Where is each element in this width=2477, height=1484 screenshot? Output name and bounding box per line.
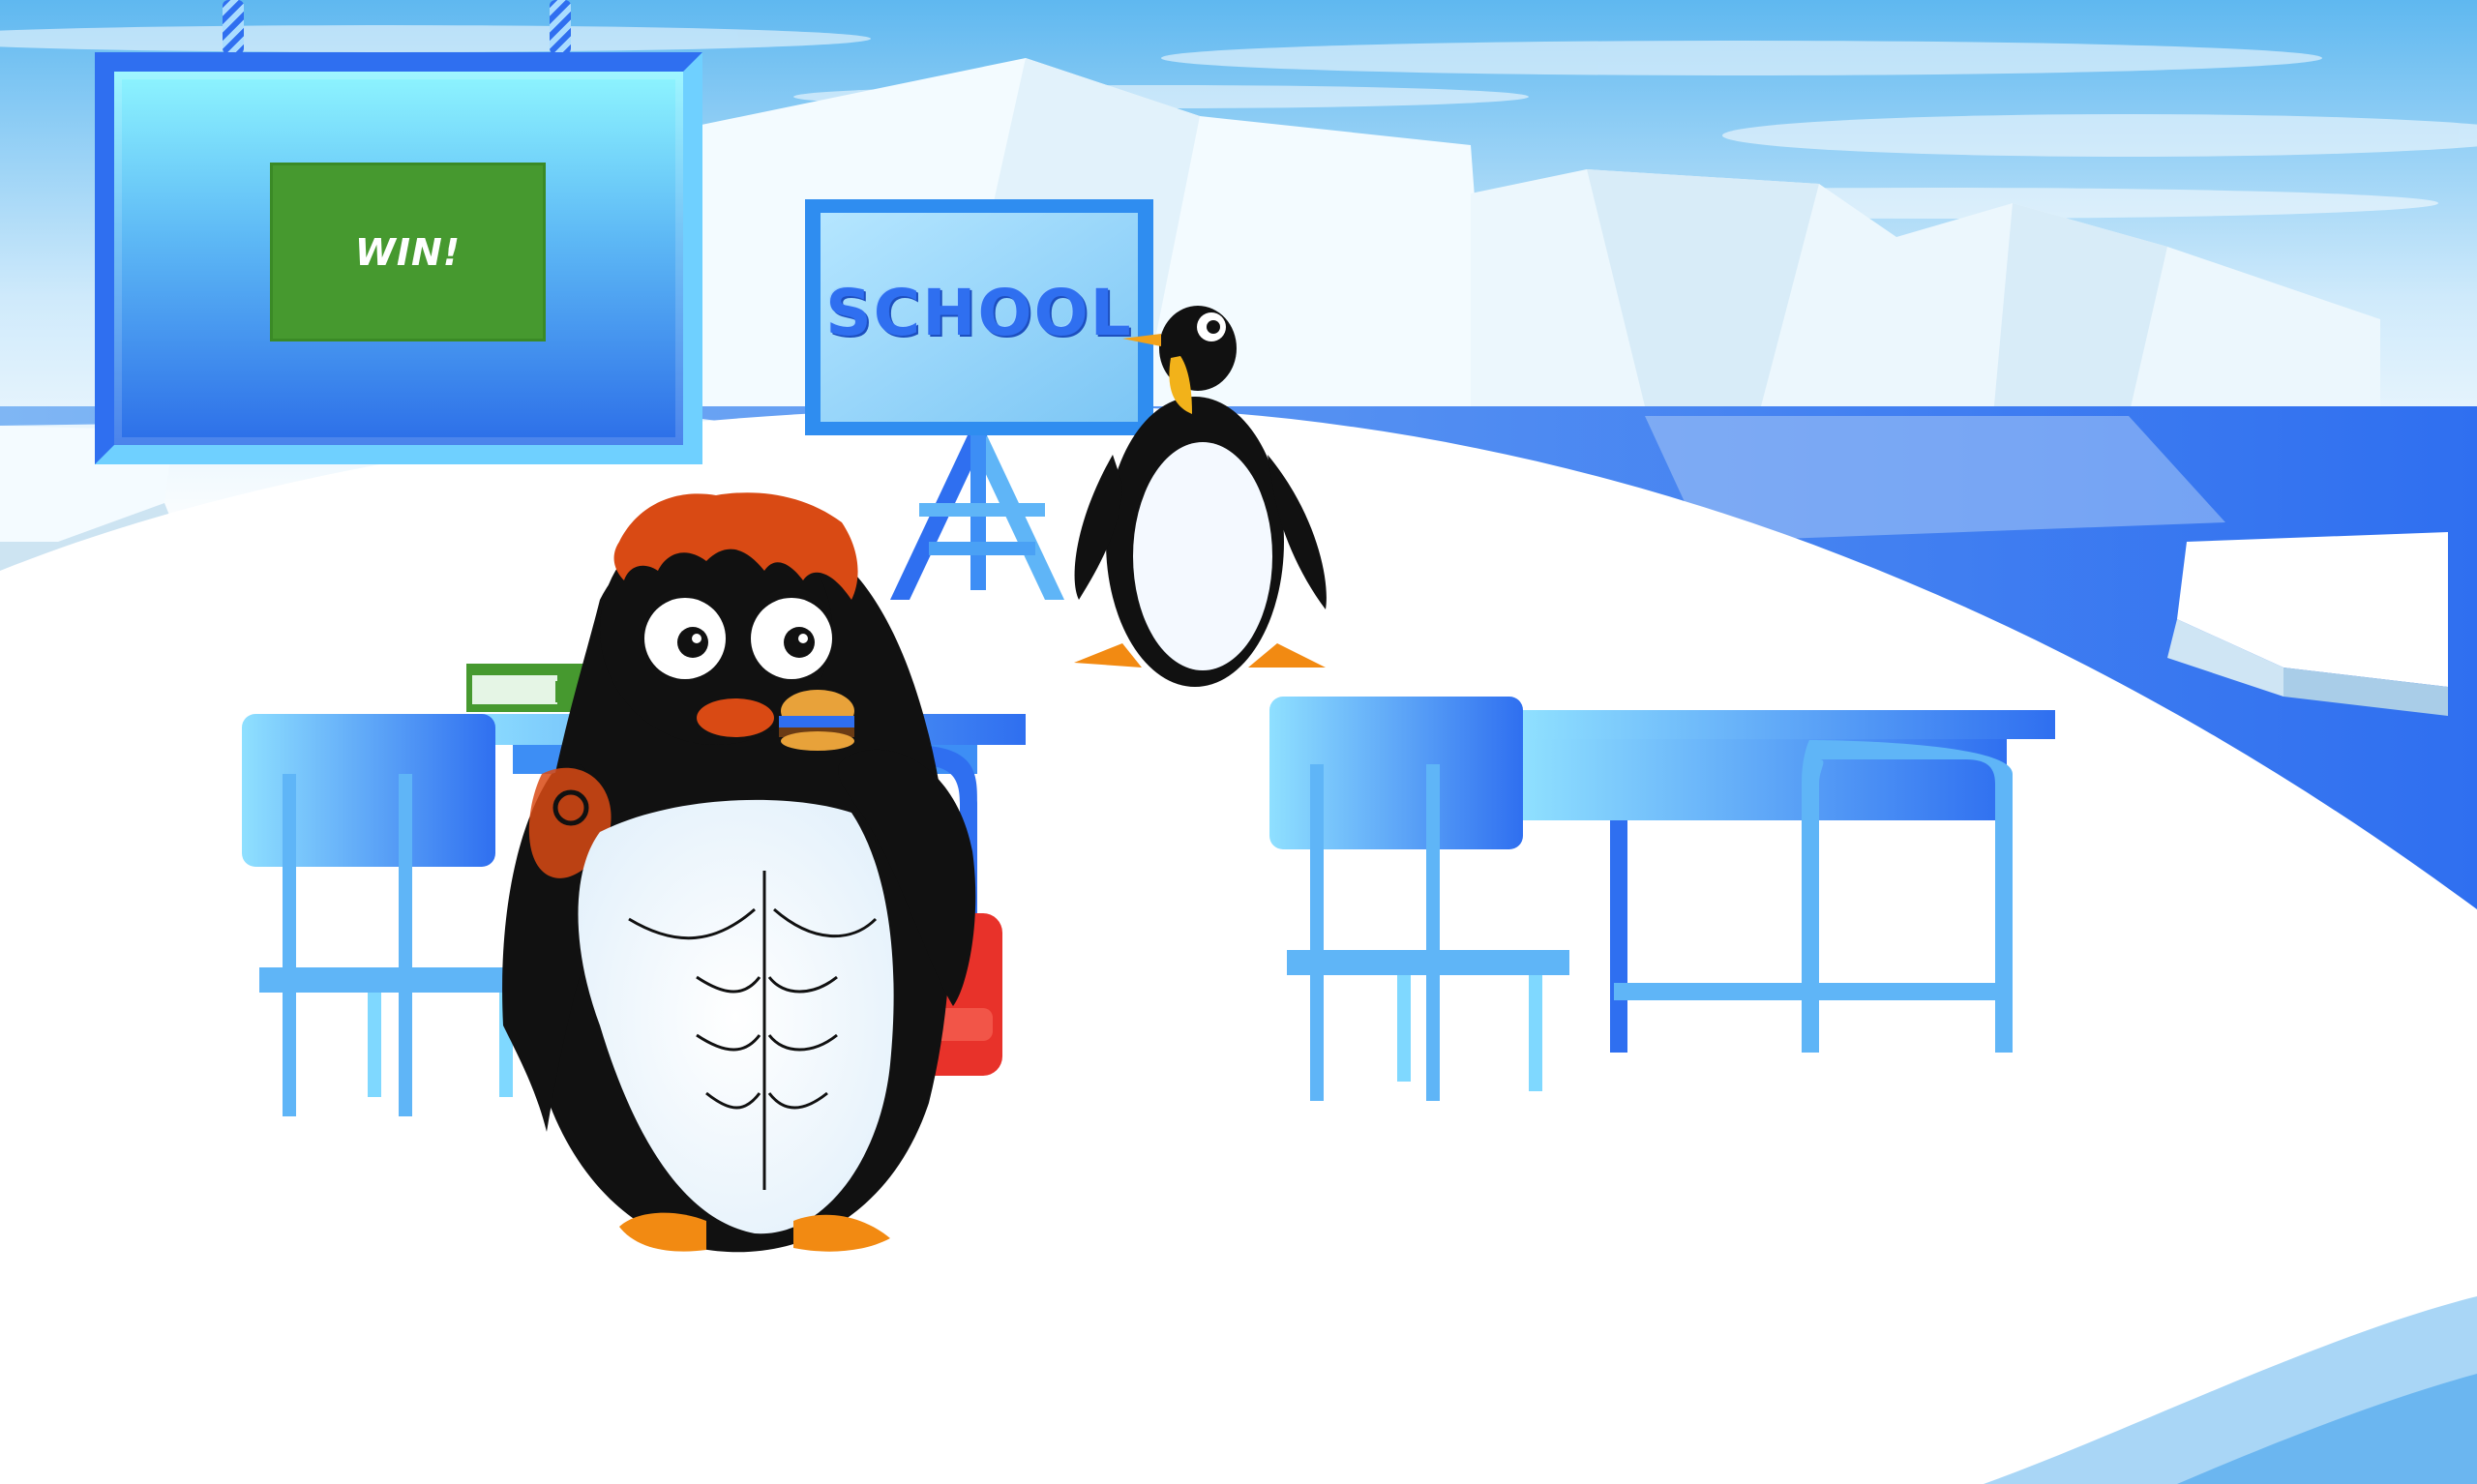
sign-rope-right xyxy=(550,0,571,54)
blackboard-label: SCHOOL xyxy=(825,275,1133,350)
win-button[interactable]: WIN! xyxy=(270,163,546,341)
sign-rope-left xyxy=(223,0,244,54)
game-stage: WIN! SCHOOL xyxy=(0,0,2477,1484)
hamburger-icon xyxy=(779,690,854,751)
